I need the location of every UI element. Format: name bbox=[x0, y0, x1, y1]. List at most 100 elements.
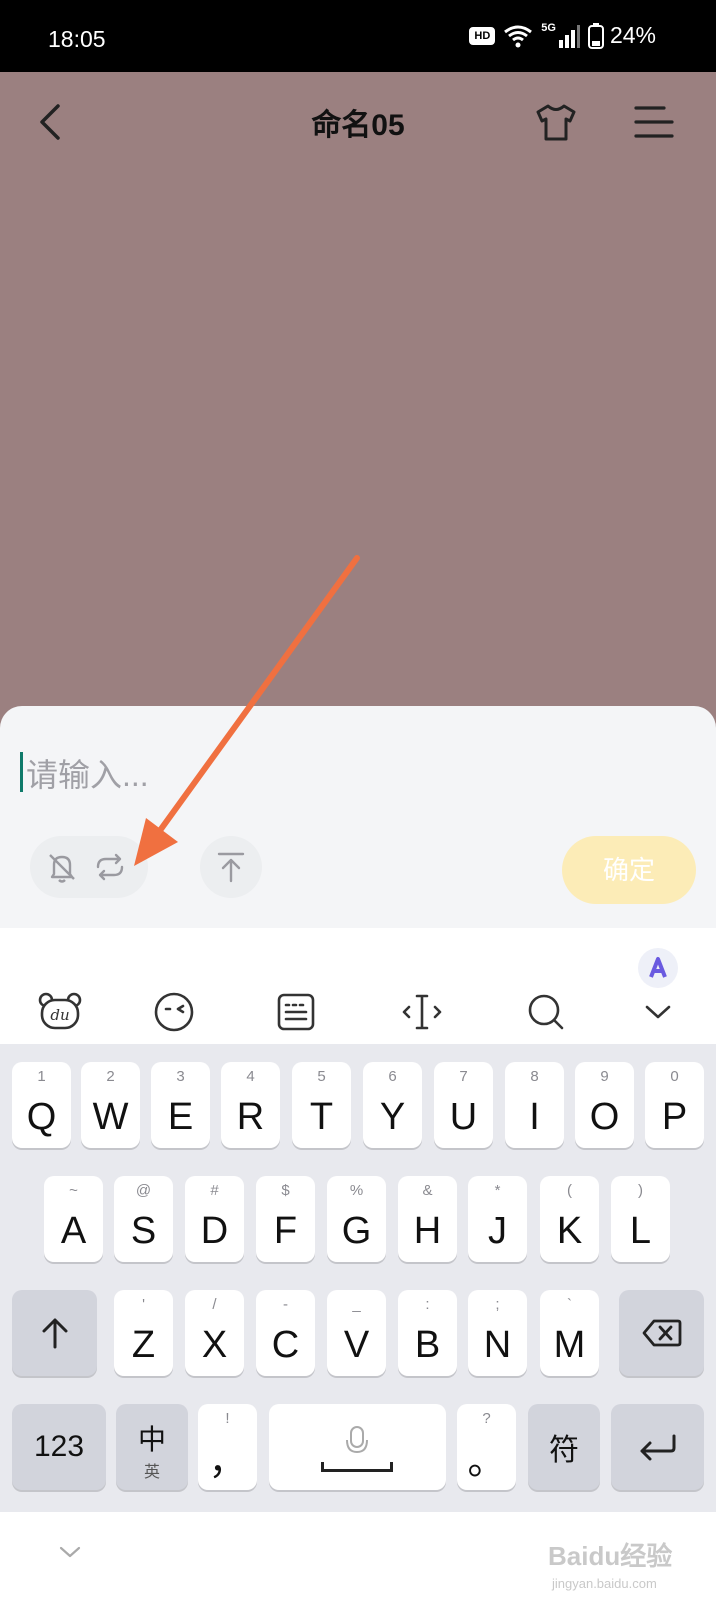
lang-main-label: 中 bbox=[137, 1424, 166, 1455]
key-v[interactable]: _ V bbox=[327, 1290, 386, 1376]
key-o[interactable]: 9O bbox=[575, 1062, 634, 1148]
key-sub: % bbox=[349, 1182, 364, 1199]
key-sub: 4 bbox=[246, 1068, 255, 1085]
key-s[interactable]: @ S bbox=[114, 1176, 173, 1262]
symbols-key[interactable]: 符 bbox=[528, 1404, 600, 1490]
key-sub: 7 bbox=[459, 1068, 468, 1085]
key-main: X bbox=[201, 1324, 228, 1366]
key-sub: ) bbox=[638, 1182, 643, 1199]
enter-return-icon bbox=[640, 1434, 675, 1461]
key-sub: ? bbox=[482, 1410, 491, 1427]
confirm-button[interactable]: 确定 bbox=[562, 836, 696, 904]
status-bar: 18:05 HD 5G 24% bbox=[0, 0, 716, 72]
key-main: Z bbox=[131, 1324, 156, 1366]
key-main: ， bbox=[208, 1441, 247, 1483]
key-main: B bbox=[414, 1324, 441, 1366]
key-main: Y bbox=[379, 1096, 406, 1138]
key-e[interactable]: 3E bbox=[151, 1062, 210, 1148]
key-main: V bbox=[343, 1324, 370, 1366]
arrow-up-icon bbox=[42, 1318, 67, 1349]
pin-top-button[interactable] bbox=[200, 836, 262, 898]
key-sub: 5 bbox=[317, 1068, 326, 1085]
key-main: 。 bbox=[467, 1441, 506, 1483]
key-z[interactable]: ' Z bbox=[114, 1290, 173, 1376]
search-icon[interactable] bbox=[522, 988, 570, 1036]
key-sub: @ bbox=[135, 1182, 152, 1199]
key-q[interactable]: 1Q bbox=[12, 1062, 71, 1148]
key-sub: ! bbox=[225, 1410, 230, 1427]
tshirt-icon[interactable] bbox=[532, 98, 580, 146]
key-main: Q bbox=[26, 1096, 57, 1138]
key-sub: - bbox=[283, 1296, 288, 1313]
key-j[interactable]: * J bbox=[468, 1176, 527, 1262]
key-g[interactable]: % G bbox=[327, 1176, 386, 1262]
key-t[interactable]: 5T bbox=[292, 1062, 351, 1148]
bell-off-icon[interactable] bbox=[44, 849, 80, 885]
key-k[interactable]: (K bbox=[540, 1176, 599, 1262]
text-cursor bbox=[20, 752, 23, 792]
watermark-logo: Baidu经验 bbox=[548, 1541, 673, 1571]
text-input[interactable]: 请输入... bbox=[20, 746, 680, 794]
option-toggle-group bbox=[30, 836, 148, 898]
key-sub: # bbox=[210, 1182, 219, 1199]
numbers-key[interactable]: 123 bbox=[12, 1404, 106, 1490]
key-c[interactable]: -C bbox=[256, 1290, 315, 1376]
key-sub: ` bbox=[567, 1296, 572, 1313]
key-sub: 2 bbox=[106, 1068, 115, 1085]
key-main: K bbox=[556, 1210, 583, 1252]
key-main: J bbox=[488, 1210, 507, 1252]
key-a[interactable]: ~ A bbox=[44, 1176, 103, 1262]
ai-assistant-badge[interactable] bbox=[638, 948, 678, 988]
period-key[interactable]: ? 。 bbox=[457, 1404, 516, 1490]
app-header: 命名05 bbox=[0, 72, 716, 172]
key-main: D bbox=[200, 1210, 229, 1252]
language-toggle-key[interactable]: 中 英 bbox=[116, 1404, 188, 1490]
du-bear-icon[interactable]: du bbox=[36, 988, 84, 1036]
shift-key[interactable] bbox=[12, 1290, 97, 1376]
key-n[interactable]: ; N bbox=[468, 1290, 527, 1376]
input-placeholder: 请输入... bbox=[26, 757, 149, 793]
svg-text:du: du bbox=[50, 1006, 69, 1024]
wifi-icon bbox=[504, 25, 533, 47]
key-b[interactable]: :B bbox=[398, 1290, 457, 1376]
enter-key[interactable] bbox=[611, 1404, 704, 1490]
key-l[interactable]: ) L bbox=[611, 1176, 670, 1262]
space-key[interactable] bbox=[269, 1404, 446, 1490]
key-w[interactable]: 2W bbox=[81, 1062, 140, 1148]
key-m[interactable]: ` M bbox=[540, 1290, 599, 1376]
key-main: H bbox=[413, 1210, 442, 1252]
key-main: M bbox=[553, 1324, 586, 1366]
key-i[interactable]: 8I bbox=[505, 1062, 564, 1148]
page-title: 命名05 bbox=[311, 109, 405, 142]
key-d[interactable]: # D bbox=[185, 1176, 244, 1262]
key-sub: ; bbox=[495, 1296, 500, 1313]
emoji-icon[interactable] bbox=[150, 988, 198, 1036]
key-r[interactable]: 4R bbox=[221, 1062, 280, 1148]
key-y[interactable]: 6Y bbox=[363, 1062, 422, 1148]
key-f[interactable]: $ F bbox=[256, 1176, 315, 1262]
cursor-move-icon[interactable] bbox=[398, 988, 446, 1036]
key-sub: $ bbox=[281, 1182, 290, 1199]
repeat-icon[interactable] bbox=[92, 849, 128, 885]
arrow-to-top-icon bbox=[217, 852, 245, 883]
key-x[interactable]: / X bbox=[185, 1290, 244, 1376]
key-sub: 1 bbox=[37, 1068, 46, 1085]
input-sheet: 请输入... 确定 bbox=[0, 706, 716, 928]
key-sub: & bbox=[422, 1182, 433, 1199]
menu-icon[interactable] bbox=[630, 98, 678, 146]
key-h[interactable]: & H bbox=[398, 1176, 457, 1262]
key-u[interactable]: 7U bbox=[434, 1062, 493, 1148]
backspace-key[interactable] bbox=[619, 1290, 704, 1376]
backspace-icon bbox=[642, 1319, 681, 1347]
battery-icon bbox=[587, 22, 604, 49]
chevron-down-icon[interactable] bbox=[634, 988, 682, 1036]
keyboard-layout-icon[interactable] bbox=[272, 988, 320, 1036]
symbols-label: 符 bbox=[549, 1434, 579, 1467]
key-sub: / bbox=[212, 1296, 217, 1313]
comma-key[interactable]: ! ， bbox=[198, 1404, 257, 1490]
key-main: G bbox=[341, 1210, 372, 1252]
hide-keyboard-chevron-icon[interactable] bbox=[54, 1536, 86, 1568]
key-main: E bbox=[167, 1096, 194, 1138]
key-p[interactable]: 0P bbox=[645, 1062, 704, 1148]
key-sub: 3 bbox=[176, 1068, 185, 1085]
